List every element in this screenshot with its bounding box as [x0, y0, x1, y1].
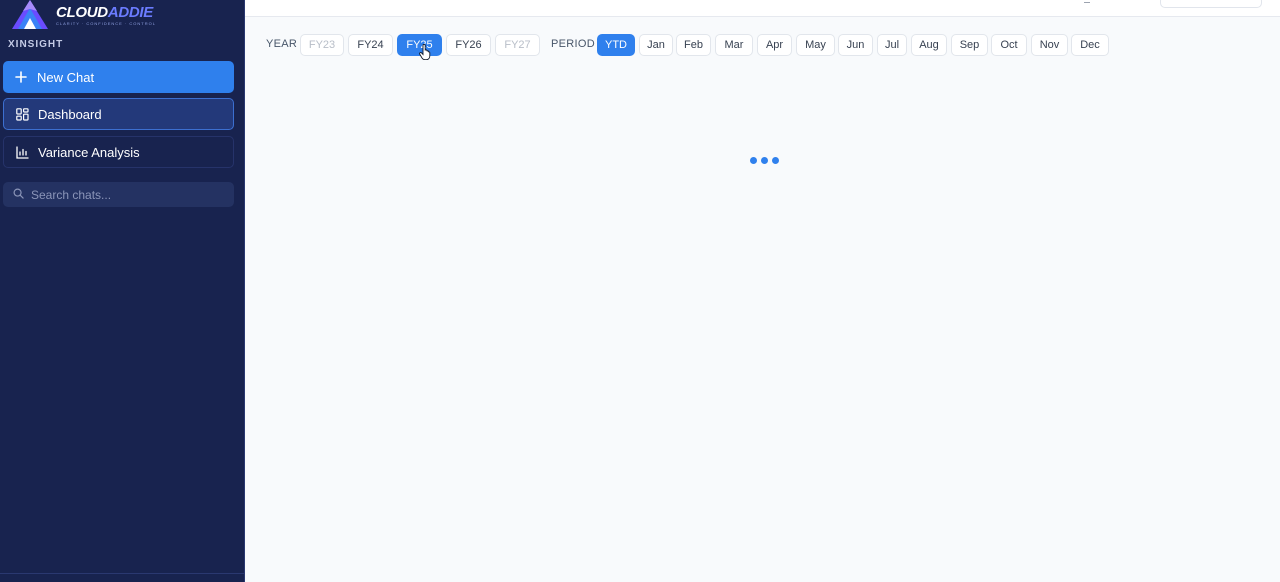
top-bar-control[interactable] — [1160, 0, 1262, 8]
period-chip-apr[interactable]: Apr — [757, 34, 792, 56]
sidebar: CLOUDADDIE CLARITY · CONFIDENCE · CONTRO… — [0, 0, 245, 582]
period-chip-mar[interactable]: Mar — [715, 34, 753, 56]
sidebar-item-variance-analysis[interactable]: Variance Analysis — [3, 136, 234, 168]
brand-logo[interactable]: CLOUDADDIE CLARITY · CONFIDENCE · CONTRO… — [10, 0, 156, 30]
period-chip-jun[interactable]: Jun — [838, 34, 873, 56]
sidebar-item-dashboard[interactable]: Dashboard — [3, 98, 234, 130]
sidebar-item-label: Dashboard — [38, 106, 102, 122]
new-chat-label: New Chat — [37, 69, 95, 85]
period-chip-dec[interactable]: Dec — [1071, 34, 1109, 56]
period-chip-aug[interactable]: Aug — [911, 34, 947, 56]
logo-mountain-icon — [12, 0, 48, 29]
period-chip-may[interactable]: May — [796, 34, 835, 56]
period-chip-ytd[interactable]: YTD — [597, 34, 635, 56]
loading-indicator — [750, 157, 779, 164]
brand-name-part2: ADDIE — [107, 3, 153, 21]
sidebar-divider — [0, 573, 245, 574]
year-filter-label: YEAR — [266, 38, 298, 50]
search-icon — [13, 186, 24, 204]
period-chip-jul[interactable]: Jul — [877, 34, 907, 56]
sidebar-item-label: Variance Analysis — [38, 144, 140, 160]
hand-cursor-icon — [419, 43, 431, 65]
section-label-xinsight: XINSIGHT — [8, 39, 64, 50]
top-bar — [245, 0, 1280, 17]
loading-dot — [750, 157, 757, 164]
new-chat-button[interactable]: New Chat — [3, 61, 234, 93]
chevron-icon[interactable] — [1084, 0, 1090, 3]
period-chip-jan[interactable]: Jan — [639, 34, 673, 56]
loading-dot — [761, 157, 768, 164]
year-chip-fy27[interactable]: FY27 — [495, 34, 540, 56]
year-chip-fy23[interactable]: FY23 — [300, 34, 344, 56]
period-chip-oct[interactable]: Oct — [991, 34, 1027, 56]
brand-name-part1: CLOUD — [56, 3, 108, 21]
search-chats-box[interactable] — [3, 182, 234, 207]
search-input[interactable] — [31, 187, 221, 202]
period-filter-label: PERIOD — [551, 38, 595, 50]
period-chip-sep[interactable]: Sep — [951, 34, 988, 56]
period-chip-feb[interactable]: Feb — [676, 34, 711, 56]
period-chip-nov[interactable]: Nov — [1031, 34, 1068, 56]
loading-dot — [772, 157, 779, 164]
grid-icon — [15, 107, 29, 121]
bar-chart-icon — [15, 145, 29, 159]
brand-tagline: CLARITY · CONFIDENCE · CONTROL — [56, 20, 156, 26]
plus-icon — [14, 70, 28, 84]
year-chip-fy26[interactable]: FY26 — [446, 34, 491, 56]
year-chip-fy24[interactable]: FY24 — [348, 34, 393, 56]
